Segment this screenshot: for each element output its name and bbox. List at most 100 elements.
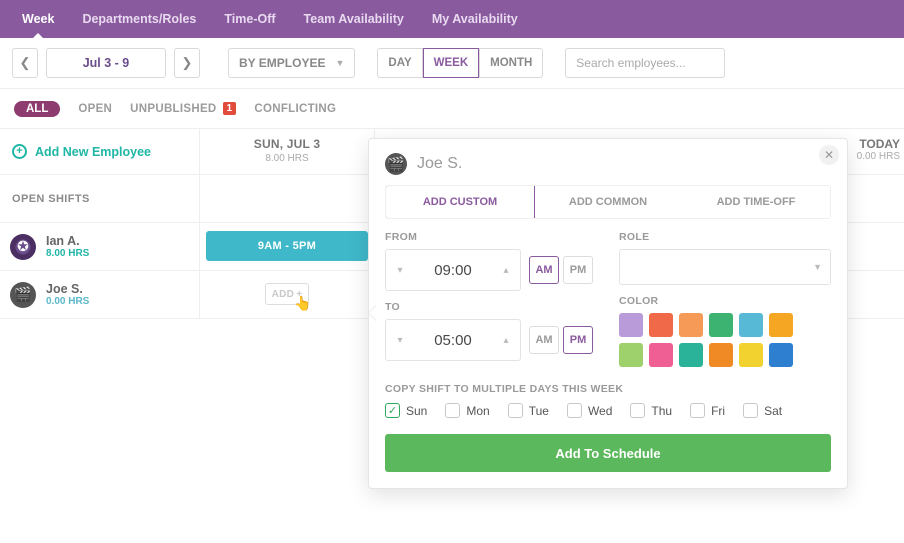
popover-body: FROM ▾ 09:00 ▴ AM PM TO ▾ — [369, 219, 847, 488]
color-swatch[interactable] — [769, 343, 793, 367]
color-swatches — [619, 313, 819, 367]
employee-cell[interactable]: ✪ Ian A. 8.00 HRS — [0, 223, 200, 270]
open-shifts-sun[interactable] — [200, 175, 375, 222]
search-input[interactable] — [565, 48, 725, 78]
day-label: Tue — [529, 404, 549, 418]
employee-hours: 0.00 HRS — [46, 296, 89, 307]
filter-bar: ALL OPEN UNPUBLISHED 1 CONFLICTING — [0, 88, 904, 128]
day-checkbox-sun[interactable]: ✓Sun — [385, 403, 427, 418]
from-am-button[interactable]: AM — [529, 256, 559, 284]
chevron-up-icon[interactable]: ▴ — [492, 250, 520, 290]
color-swatch[interactable] — [709, 313, 733, 337]
color-swatch[interactable] — [649, 313, 673, 337]
color-swatch[interactable] — [619, 343, 643, 367]
color-swatch[interactable] — [679, 343, 703, 367]
day-label: Sat — [764, 404, 782, 418]
role-label: ROLE — [619, 231, 831, 243]
to-am-button[interactable]: AM — [529, 326, 559, 354]
checkbox-icon — [743, 403, 758, 418]
role-select[interactable]: ▼ — [619, 249, 831, 285]
filter-open[interactable]: OPEN — [78, 103, 112, 115]
chevron-down-icon[interactable]: ▾ — [386, 250, 414, 290]
shift-chip[interactable]: 9AM - 5PM — [206, 231, 368, 261]
filter-unpublished-label: UNPUBLISHED — [130, 103, 216, 115]
view-month[interactable]: MONTH — [479, 48, 543, 78]
add-employee-button[interactable]: + Add New Employee — [0, 129, 200, 174]
add-shift-popover: ✕ 🎬 Joe S. ADD CUSTOM ADD COMMON ADD TIM… — [368, 138, 848, 489]
color-swatch[interactable] — [769, 313, 793, 337]
view-day[interactable]: DAY — [377, 48, 422, 78]
from-pm-button[interactable]: PM — [563, 256, 593, 284]
filter-all[interactable]: ALL — [14, 101, 60, 117]
nav-timeoff[interactable]: Time-Off — [210, 0, 289, 38]
nav-departments[interactable]: Departments/Roles — [68, 0, 210, 38]
role-column: ROLE ▼ COLOR — [619, 231, 831, 371]
filter-conflicting[interactable]: CONFLICTING — [254, 103, 336, 115]
add-shift-label: ADD — [272, 289, 295, 300]
copy-days: ✓Sun Mon Tue Wed Thu Fri Sat — [385, 403, 831, 418]
from-label: FROM — [385, 231, 593, 243]
popover-header: 🎬 Joe S. — [369, 139, 847, 185]
shift-cell-sun-ian[interactable]: 9AM - 5PM — [200, 223, 375, 270]
from-ampm: AM PM — [529, 256, 593, 284]
color-swatch[interactable] — [679, 313, 703, 337]
close-button[interactable]: ✕ — [819, 145, 839, 165]
filter-unpublished[interactable]: UNPUBLISHED 1 — [130, 102, 236, 115]
color-label: COLOR — [619, 295, 831, 307]
popover-tabs: ADD CUSTOM ADD COMMON ADD TIME-OFF — [385, 185, 831, 219]
day-checkbox-fri[interactable]: Fri — [690, 403, 725, 418]
employee-name: Joe S. — [46, 282, 89, 296]
color-swatch[interactable] — [619, 313, 643, 337]
tab-add-timeoff[interactable]: ADD TIME-OFF — [682, 186, 830, 218]
nav-week[interactable]: Week — [8, 0, 68, 38]
color-swatch[interactable] — [739, 343, 763, 367]
add-to-schedule-button[interactable]: Add To Schedule — [385, 434, 831, 472]
chevron-up-icon[interactable]: ▴ — [492, 320, 520, 360]
checkbox-icon — [690, 403, 705, 418]
prev-week-button[interactable]: ❮ — [12, 48, 38, 78]
chevron-down-icon: ▼ — [335, 58, 344, 68]
day-checkbox-sat[interactable]: Sat — [743, 403, 782, 418]
avatar: 🎬 — [385, 153, 407, 175]
chevron-down-icon[interactable]: ▾ — [386, 320, 414, 360]
day-checkbox-tue[interactable]: Tue — [508, 403, 549, 418]
add-shift-button[interactable]: ADD + 👆 — [265, 283, 309, 305]
view-toggle: DAY WEEK MONTH — [377, 48, 543, 78]
to-label: TO — [385, 301, 593, 313]
plus-icon: + — [12, 144, 27, 159]
group-by-label: BY EMPLOYEE — [239, 56, 325, 70]
from-time-input[interactable]: ▾ 09:00 ▴ — [385, 249, 521, 291]
unpublished-badge: 1 — [223, 102, 237, 115]
employee-name: Ian A. — [46, 234, 89, 248]
next-week-button[interactable]: ❯ — [174, 48, 200, 78]
add-employee-label: Add New Employee — [35, 145, 151, 159]
avatar: ✪ — [10, 234, 36, 260]
shift-cell-sun-joe[interactable]: ADD + 👆 — [200, 271, 375, 318]
to-time-input[interactable]: ▾ 05:00 ▴ — [385, 319, 521, 361]
chevron-down-icon: ▼ — [813, 262, 822, 272]
color-swatch[interactable] — [739, 313, 763, 337]
view-week[interactable]: WEEK — [423, 48, 480, 78]
toolbar: ❮ Jul 3 - 9 ❯ BY EMPLOYEE ▼ DAY WEEK MON… — [0, 38, 904, 88]
open-shifts-label: OPEN SHIFTS — [0, 175, 200, 222]
day-checkbox-wed[interactable]: Wed — [567, 403, 612, 418]
close-icon: ✕ — [824, 148, 834, 162]
to-pm-button[interactable]: PM — [563, 326, 593, 354]
day-label: Fri — [711, 404, 725, 418]
day-checkbox-mon[interactable]: Mon — [445, 403, 489, 418]
checkbox-icon: ✓ — [385, 403, 400, 418]
group-by-select[interactable]: BY EMPLOYEE ▼ — [228, 48, 355, 78]
tab-add-custom[interactable]: ADD CUSTOM — [385, 185, 535, 219]
from-time-value: 09:00 — [414, 250, 492, 290]
employee-cell[interactable]: 🎬 Joe S. 0.00 HRS — [0, 271, 200, 318]
color-swatch[interactable] — [649, 343, 673, 367]
day-checkbox-thu[interactable]: Thu — [630, 403, 672, 418]
nav-my-availability[interactable]: My Availability — [418, 0, 532, 38]
color-swatch[interactable] — [709, 343, 733, 367]
day-label: Wed — [588, 404, 612, 418]
to-ampm: AM PM — [529, 326, 593, 354]
date-range[interactable]: Jul 3 - 9 — [46, 48, 166, 78]
tab-add-common[interactable]: ADD COMMON — [534, 186, 682, 218]
nav-team-availability[interactable]: Team Availability — [290, 0, 418, 38]
checkbox-icon — [508, 403, 523, 418]
